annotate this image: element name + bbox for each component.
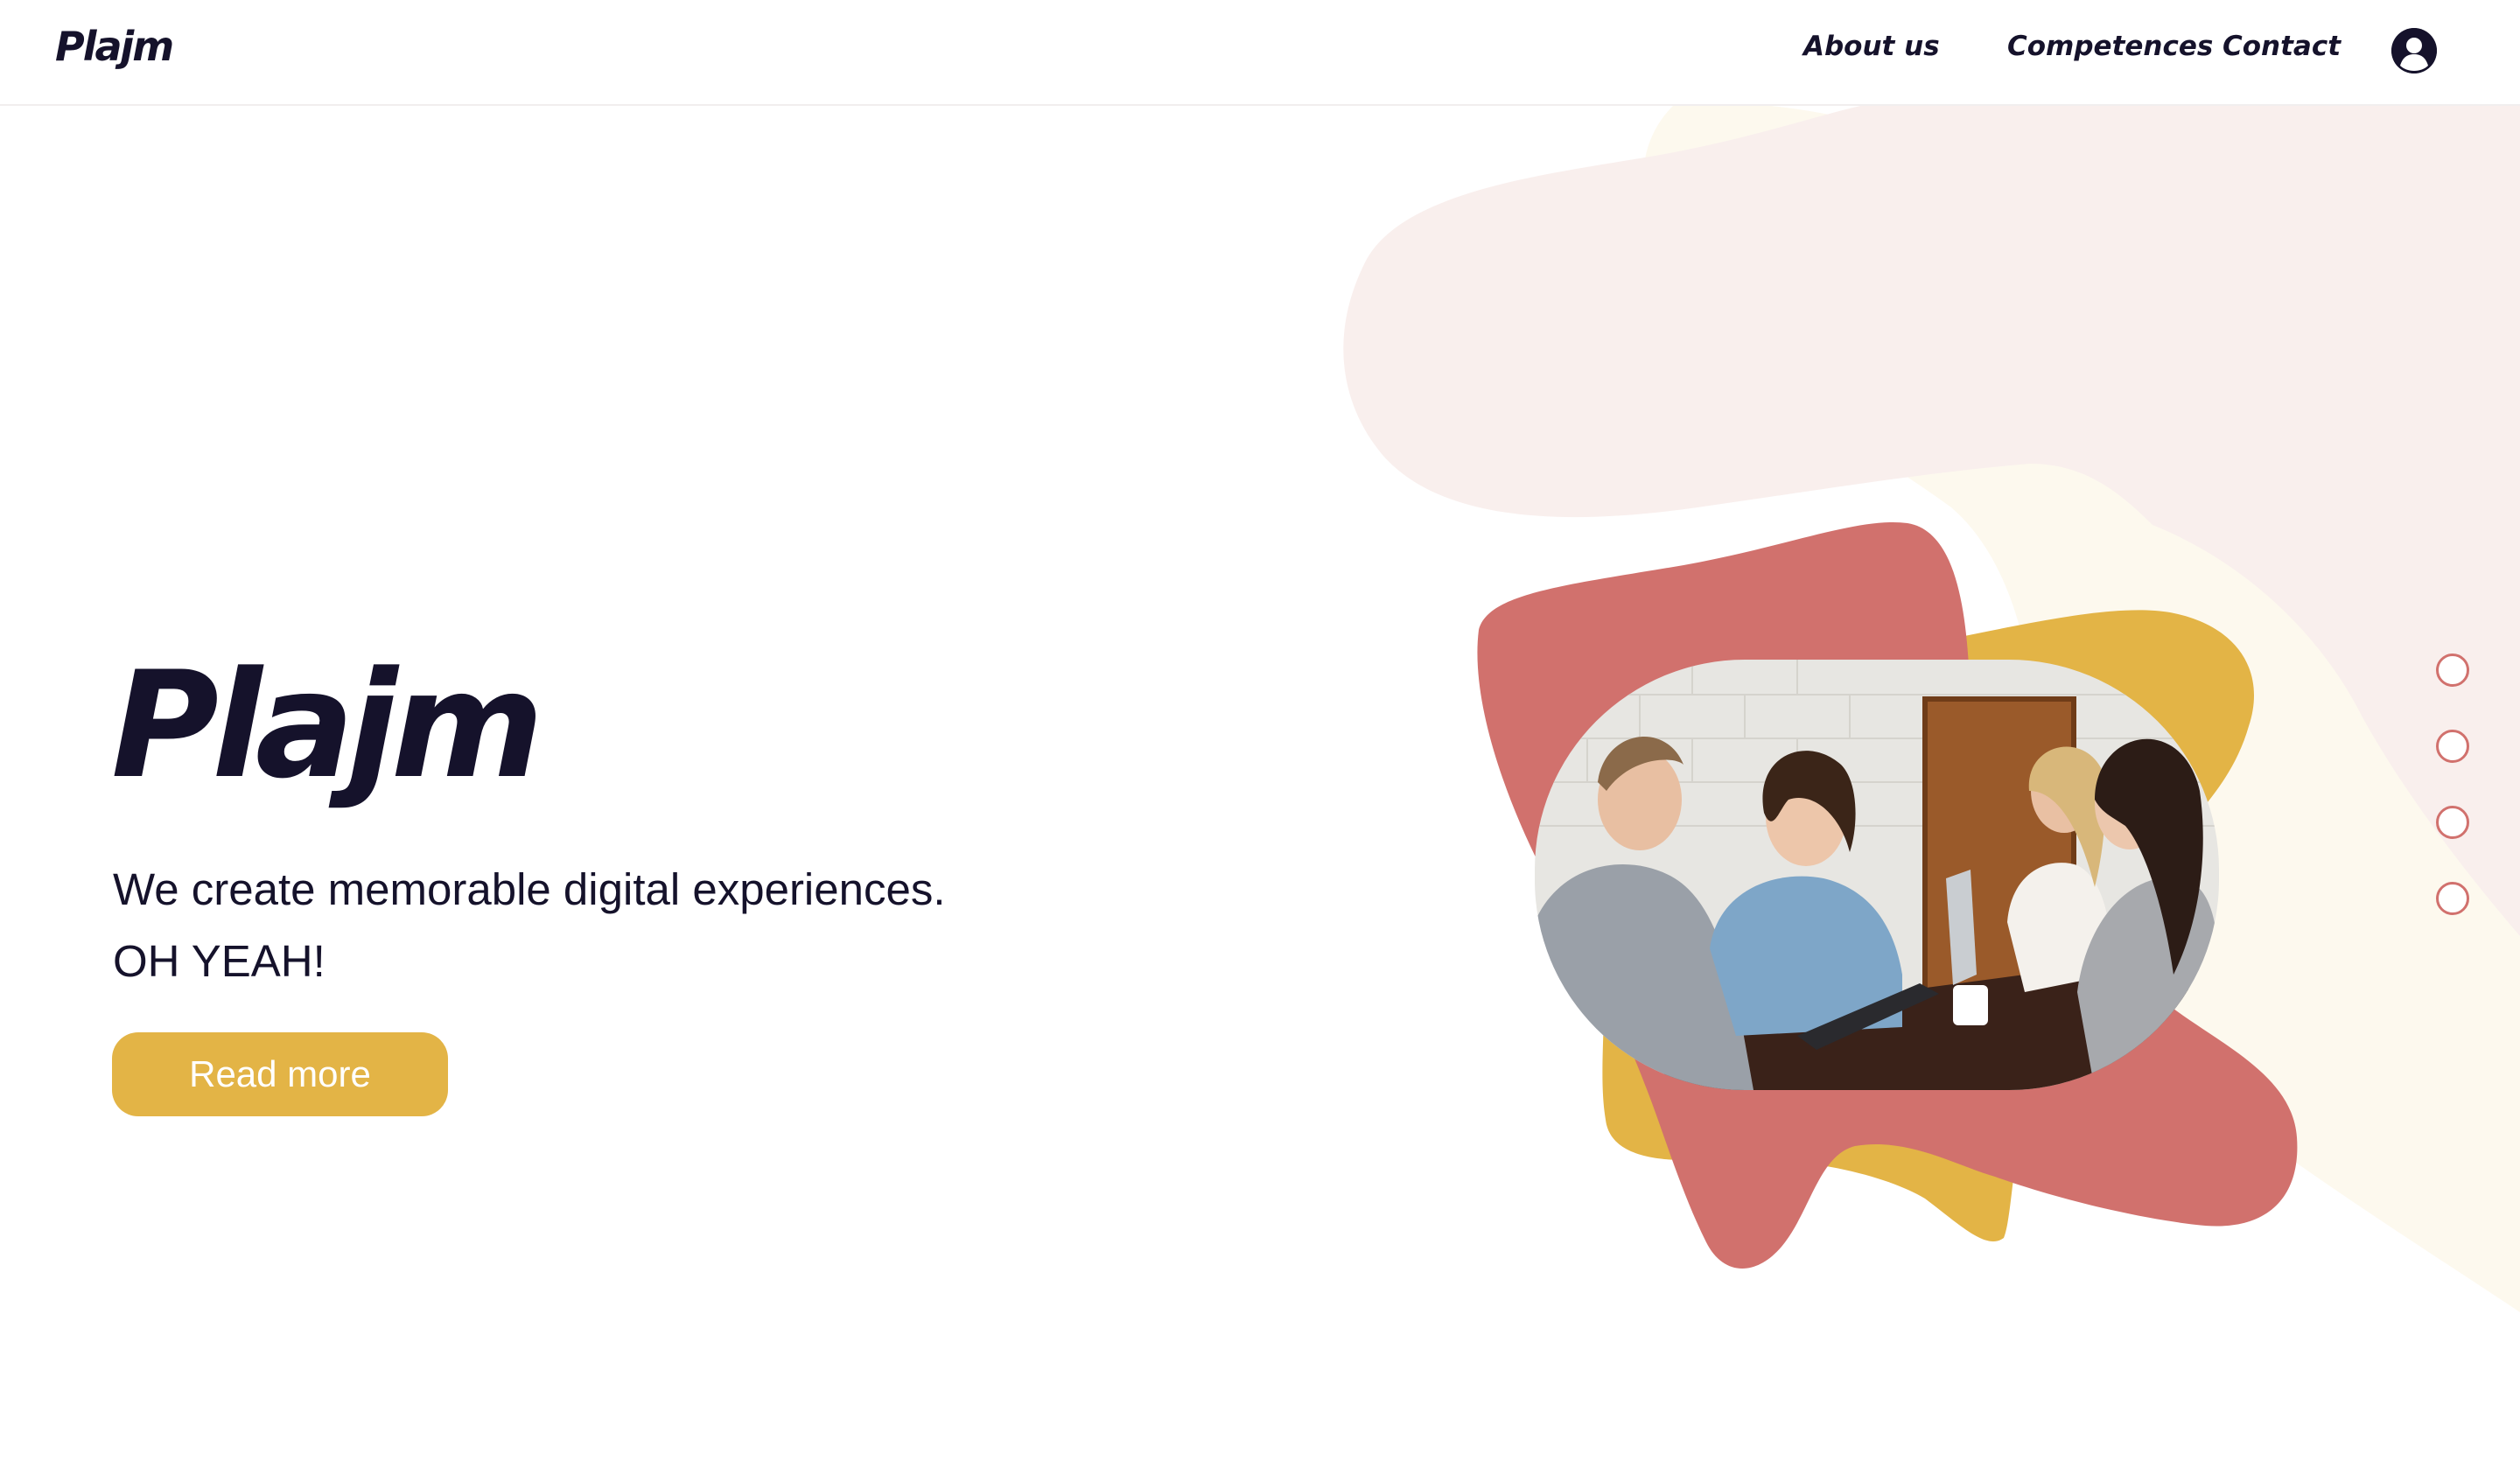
hero-title: Plajm — [111, 640, 544, 811]
nav-contact[interactable]: Contact — [2222, 28, 2341, 65]
carousel-dot-4[interactable] — [2436, 882, 2469, 915]
landing-page: Plajm About us Competences Contact Plajm… — [0, 0, 2520, 1475]
hero-subtitle: We create memorable digital experiences.… — [113, 854, 946, 997]
user-circle-icon — [2391, 28, 2437, 73]
team-photo — [1535, 660, 2219, 1090]
nav-about-us[interactable]: About us — [1803, 28, 1940, 65]
carousel-dot-2[interactable] — [2436, 730, 2469, 763]
carousel-dot-1[interactable] — [2436, 654, 2469, 687]
site-header: Plajm About us Competences Contact — [0, 0, 2520, 106]
carousel-dot-3[interactable] — [2436, 806, 2469, 839]
read-more-button[interactable]: Read more — [112, 1032, 448, 1116]
hero-subtitle-line-1: We create memorable digital experiences. — [113, 864, 946, 914]
brand-logo-link[interactable]: Plajm — [55, 24, 174, 69]
account-button[interactable] — [2391, 28, 2437, 73]
hero-subtitle-line-2: OH YEAH! — [113, 936, 326, 986]
nav-competences[interactable]: Competences — [2007, 28, 2213, 65]
